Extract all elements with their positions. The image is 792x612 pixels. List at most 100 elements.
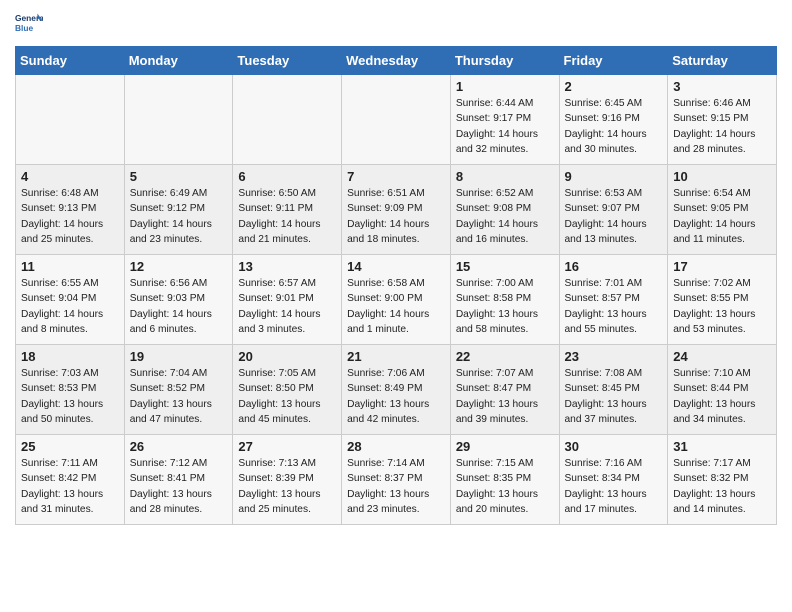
day-number: 4 <box>21 169 119 184</box>
day-detail: Sunrise: 6:57 AM Sunset: 9:01 PM Dayligh… <box>238 276 336 337</box>
day-detail: Sunrise: 7:13 AM Sunset: 8:39 PM Dayligh… <box>238 456 336 517</box>
calendar-cell: 22 Sunrise: 7:07 AM Sunset: 8:47 PM Dayli… <box>450 345 559 435</box>
day-number: 5 <box>130 169 228 184</box>
day-number: 19 <box>130 349 228 364</box>
day-detail: Sunrise: 7:16 AM Sunset: 8:34 PM Dayligh… <box>565 456 663 517</box>
calendar-cell: 1 Sunrise: 6:44 AM Sunset: 9:17 PM Daylig… <box>450 75 559 165</box>
page-header: General Blue <box>15 10 777 38</box>
day-detail: Sunrise: 6:52 AM Sunset: 9:08 PM Dayligh… <box>456 186 554 247</box>
day-detail: Sunrise: 6:46 AM Sunset: 9:15 PM Dayligh… <box>673 96 771 157</box>
day-detail: Sunrise: 6:44 AM Sunset: 9:17 PM Dayligh… <box>456 96 554 157</box>
day-header-thursday: Thursday <box>450 47 559 75</box>
day-detail: Sunrise: 7:06 AM Sunset: 8:49 PM Dayligh… <box>347 366 445 427</box>
day-detail: Sunrise: 7:05 AM Sunset: 8:50 PM Dayligh… <box>238 366 336 427</box>
day-detail: Sunrise: 7:17 AM Sunset: 8:32 PM Dayligh… <box>673 456 771 517</box>
day-detail: Sunrise: 7:15 AM Sunset: 8:35 PM Dayligh… <box>456 456 554 517</box>
calendar-cell: 31 Sunrise: 7:17 AM Sunset: 8:32 PM Dayli… <box>668 435 777 525</box>
day-header-sunday: Sunday <box>16 47 125 75</box>
calendar-cell <box>342 75 451 165</box>
calendar-cell: 23Sunrise: 7:08 AM Sunset: 8:45 PM Dayli… <box>559 345 668 435</box>
calendar-week-row: 25 Sunrise: 7:11 AM Sunset: 8:42 PM Dayli… <box>16 435 777 525</box>
calendar-cell: 9Sunrise: 6:53 AM Sunset: 9:07 PM Daylig… <box>559 165 668 255</box>
day-detail: Sunrise: 7:01 AM Sunset: 8:57 PM Dayligh… <box>565 276 663 337</box>
calendar-cell: 13 Sunrise: 6:57 AM Sunset: 9:01 PM Dayli… <box>233 255 342 345</box>
day-header-wednesday: Wednesday <box>342 47 451 75</box>
calendar-cell <box>124 75 233 165</box>
day-detail: Sunrise: 7:07 AM Sunset: 8:47 PM Dayligh… <box>456 366 554 427</box>
day-number: 12 <box>130 259 228 274</box>
day-number: 28 <box>347 439 445 454</box>
calendar-cell: 17 Sunrise: 7:02 AM Sunset: 8:55 PM Dayli… <box>668 255 777 345</box>
calendar-cell: 6Sunrise: 6:50 AM Sunset: 9:11 PM Daylig… <box>233 165 342 255</box>
day-detail: Sunrise: 6:49 AM Sunset: 9:12 PM Dayligh… <box>130 186 228 247</box>
calendar-cell <box>16 75 125 165</box>
calendar-cell: 21 Sunrise: 7:06 AM Sunset: 8:49 PM Dayli… <box>342 345 451 435</box>
day-number: 10 <box>673 169 771 184</box>
day-number: 13 <box>238 259 336 274</box>
calendar-cell: 19Sunrise: 7:04 AM Sunset: 8:52 PM Dayli… <box>124 345 233 435</box>
logo: General Blue <box>15 10 47 38</box>
calendar-cell: 7 Sunrise: 6:51 AM Sunset: 9:09 PM Daylig… <box>342 165 451 255</box>
calendar-cell: 2 Sunrise: 6:45 AM Sunset: 9:16 PM Daylig… <box>559 75 668 165</box>
calendar-cell: 30 Sunrise: 7:16 AM Sunset: 8:34 PM Dayli… <box>559 435 668 525</box>
calendar-cell: 14Sunrise: 6:58 AM Sunset: 9:00 PM Dayli… <box>342 255 451 345</box>
day-number: 9 <box>565 169 663 184</box>
day-header-monday: Monday <box>124 47 233 75</box>
day-number: 7 <box>347 169 445 184</box>
day-header-tuesday: Tuesday <box>233 47 342 75</box>
logo-icon: General Blue <box>15 10 43 38</box>
calendar-cell: 12 Sunrise: 6:56 AM Sunset: 9:03 PM Dayli… <box>124 255 233 345</box>
calendar-week-row: 4 Sunrise: 6:48 AM Sunset: 9:13 PM Daylig… <box>16 165 777 255</box>
calendar-cell: 18 Sunrise: 7:03 AM Sunset: 8:53 PM Dayli… <box>16 345 125 435</box>
day-detail: Sunrise: 7:08 AM Sunset: 8:45 PM Dayligh… <box>565 366 663 427</box>
day-number: 31 <box>673 439 771 454</box>
day-detail: Sunrise: 6:54 AM Sunset: 9:05 PM Dayligh… <box>673 186 771 247</box>
calendar-cell: 8 Sunrise: 6:52 AM Sunset: 9:08 PM Daylig… <box>450 165 559 255</box>
calendar-week-row: 18 Sunrise: 7:03 AM Sunset: 8:53 PM Dayli… <box>16 345 777 435</box>
day-number: 2 <box>565 79 663 94</box>
day-number: 22 <box>456 349 554 364</box>
calendar-cell: 26Sunrise: 7:12 AM Sunset: 8:41 PM Dayli… <box>124 435 233 525</box>
day-number: 15 <box>456 259 554 274</box>
day-detail: Sunrise: 6:58 AM Sunset: 9:00 PM Dayligh… <box>347 276 445 337</box>
day-detail: Sunrise: 7:03 AM Sunset: 8:53 PM Dayligh… <box>21 366 119 427</box>
day-number: 8 <box>456 169 554 184</box>
day-number: 29 <box>456 439 554 454</box>
calendar-cell: 20 Sunrise: 7:05 AM Sunset: 8:50 PM Dayli… <box>233 345 342 435</box>
day-detail: Sunrise: 6:51 AM Sunset: 9:09 PM Dayligh… <box>347 186 445 247</box>
day-number: 27 <box>238 439 336 454</box>
calendar-cell: 28Sunrise: 7:14 AM Sunset: 8:37 PM Dayli… <box>342 435 451 525</box>
day-number: 26 <box>130 439 228 454</box>
calendar-cell: 25 Sunrise: 7:11 AM Sunset: 8:42 PM Dayli… <box>16 435 125 525</box>
calendar-table: SundayMondayTuesdayWednesdayThursdayFrid… <box>15 46 777 525</box>
svg-text:Blue: Blue <box>15 23 33 33</box>
day-detail: Sunrise: 7:10 AM Sunset: 8:44 PM Dayligh… <box>673 366 771 427</box>
calendar-cell: 16Sunrise: 7:01 AM Sunset: 8:57 PM Dayli… <box>559 255 668 345</box>
day-number: 21 <box>347 349 445 364</box>
day-detail: Sunrise: 7:11 AM Sunset: 8:42 PM Dayligh… <box>21 456 119 517</box>
day-number: 11 <box>21 259 119 274</box>
calendar-cell: 10 Sunrise: 6:54 AM Sunset: 9:05 PM Dayli… <box>668 165 777 255</box>
day-detail: Sunrise: 6:45 AM Sunset: 9:16 PM Dayligh… <box>565 96 663 157</box>
day-detail: Sunrise: 6:56 AM Sunset: 9:03 PM Dayligh… <box>130 276 228 337</box>
calendar-cell: 11 Sunrise: 6:55 AM Sunset: 9:04 PM Dayli… <box>16 255 125 345</box>
day-number: 17 <box>673 259 771 274</box>
calendar-cell: 5 Sunrise: 6:49 AM Sunset: 9:12 PM Daylig… <box>124 165 233 255</box>
calendar-cell: 3Sunrise: 6:46 AM Sunset: 9:15 PM Daylig… <box>668 75 777 165</box>
calendar-cell: 24Sunrise: 7:10 AM Sunset: 8:44 PM Dayli… <box>668 345 777 435</box>
day-detail: Sunrise: 6:50 AM Sunset: 9:11 PM Dayligh… <box>238 186 336 247</box>
day-detail: Sunrise: 6:48 AM Sunset: 9:13 PM Dayligh… <box>21 186 119 247</box>
day-detail: Sunrise: 7:00 AM Sunset: 8:58 PM Dayligh… <box>456 276 554 337</box>
calendar-cell: 4 Sunrise: 6:48 AM Sunset: 9:13 PM Daylig… <box>16 165 125 255</box>
day-detail: Sunrise: 7:02 AM Sunset: 8:55 PM Dayligh… <box>673 276 771 337</box>
day-number: 25 <box>21 439 119 454</box>
calendar-header-row: SundayMondayTuesdayWednesdayThursdayFrid… <box>16 47 777 75</box>
calendar-week-row: 11 Sunrise: 6:55 AM Sunset: 9:04 PM Dayli… <box>16 255 777 345</box>
day-number: 18 <box>21 349 119 364</box>
calendar-week-row: 1 Sunrise: 6:44 AM Sunset: 9:17 PM Daylig… <box>16 75 777 165</box>
day-number: 30 <box>565 439 663 454</box>
day-number: 1 <box>456 79 554 94</box>
day-number: 20 <box>238 349 336 364</box>
day-header-saturday: Saturday <box>668 47 777 75</box>
day-detail: Sunrise: 6:55 AM Sunset: 9:04 PM Dayligh… <box>21 276 119 337</box>
